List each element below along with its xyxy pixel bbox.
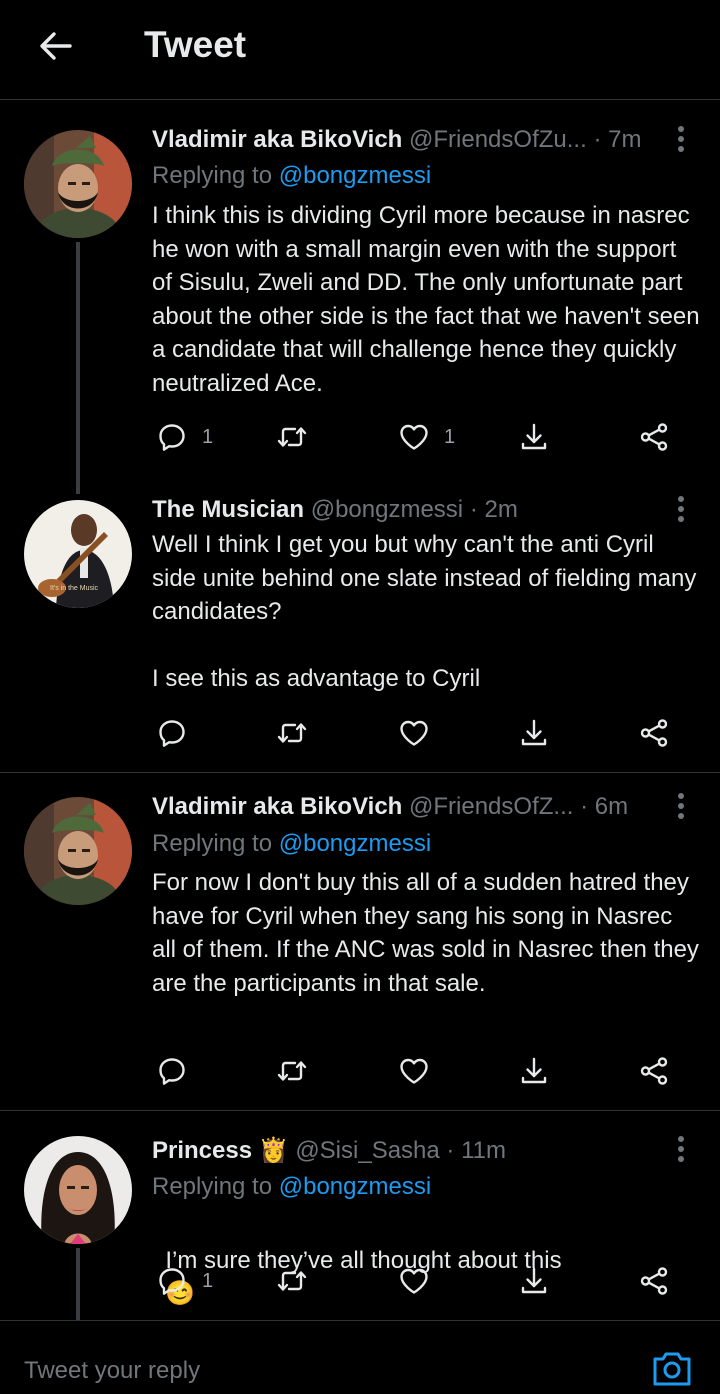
page-title: Tweet	[144, 24, 247, 65]
download-icon	[518, 1055, 550, 1087]
like-button[interactable]	[398, 713, 430, 753]
timestamp: 2m	[484, 496, 518, 523]
share-icon	[638, 421, 670, 453]
replying-prefix: Replying to	[152, 830, 279, 857]
more-vertical-icon[interactable]	[676, 126, 686, 156]
separator-dot: ·	[469, 496, 478, 523]
download-icon	[518, 421, 550, 453]
tweet-meta: The Musician @bongzmessi · 2m	[152, 496, 656, 528]
avatar[interactable]	[24, 797, 132, 905]
share-button[interactable]	[638, 417, 670, 457]
like-button[interactable]: 1	[398, 417, 455, 457]
reply-composer: Tweet your reply	[0, 1320, 720, 1394]
replying-prefix: Replying to	[152, 162, 279, 189]
tweet-actions	[0, 1051, 720, 1091]
camera-icon[interactable]	[652, 1347, 692, 1387]
display-name[interactable]: Vladimir aka BikoVich	[152, 126, 402, 153]
download-button[interactable]	[518, 713, 550, 753]
tweet-meta: Princess 👸 @Sisi_Sasha · 11m	[152, 1136, 656, 1168]
reply-button[interactable]	[156, 713, 188, 753]
user-handle[interactable]: @FriendsOfZ...	[409, 793, 573, 820]
tweet-text: I think this is dividing Cyril more beca…	[152, 202, 707, 397]
timestamp: 6m	[594, 793, 629, 820]
more-vertical-icon[interactable]	[676, 1136, 686, 1166]
retweet-icon	[276, 717, 308, 749]
tweet-actions	[0, 713, 720, 753]
reply-icon	[156, 421, 188, 453]
download-button[interactable]	[518, 417, 550, 457]
princess-emoji: 👸	[258, 1137, 289, 1164]
divider	[0, 1110, 720, 1111]
tweet-meta: Vladimir aka BikoVich @FriendsOfZ... · 6…	[152, 793, 656, 825]
tweet-actions: 1	[0, 1261, 720, 1301]
tweet-text: Well I think I get you but why can't the…	[152, 531, 697, 692]
replying-to: Replying to @bongzmessi	[152, 830, 431, 858]
retweet-icon	[276, 421, 308, 453]
reply-count: 1	[202, 425, 214, 448]
like-button[interactable]	[398, 1051, 430, 1091]
display-name[interactable]: The Musician	[152, 496, 304, 523]
avatar[interactable]: It's in the Music	[24, 500, 132, 608]
timestamp: 11m	[461, 1137, 506, 1164]
arrow-left-icon[interactable]	[36, 26, 76, 66]
top-bar: Tweet	[0, 0, 720, 100]
retweet-button[interactable]	[276, 417, 308, 457]
retweet-button[interactable]	[276, 1261, 308, 1301]
share-icon	[638, 1265, 670, 1297]
reply-icon	[156, 1265, 188, 1297]
separator-dot: ·	[580, 793, 589, 820]
retweet-button[interactable]	[276, 1051, 308, 1091]
more-vertical-icon[interactable]	[676, 496, 686, 526]
replying-prefix: Replying to	[152, 1173, 279, 1200]
tweet-meta: Vladimir aka BikoVich @FriendsOfZu... · …	[152, 126, 656, 158]
divider	[0, 772, 720, 773]
mention-link[interactable]: @bongzmessi	[279, 830, 431, 857]
avatar[interactable]	[24, 130, 132, 238]
display-name[interactable]: Princess	[152, 1137, 252, 1164]
reply-icon	[156, 1055, 188, 1087]
tweet-text: For now I don't buy this all of a sudden…	[152, 869, 706, 997]
reply-button[interactable]: 1	[156, 1261, 213, 1301]
mention-link[interactable]: @bongzmessi	[279, 1173, 431, 1200]
retweet-button[interactable]	[276, 713, 308, 753]
download-icon	[518, 717, 550, 749]
tweet-actions: 1 1	[0, 417, 720, 457]
display-name[interactable]: Vladimir aka BikoVich	[152, 793, 402, 820]
heart-icon	[398, 717, 430, 749]
download-button[interactable]	[518, 1261, 550, 1301]
replying-to: Replying to @bongzmessi	[152, 162, 431, 190]
share-button[interactable]	[638, 1051, 670, 1091]
download-button[interactable]	[518, 1051, 550, 1091]
share-button[interactable]	[638, 1261, 670, 1301]
mention-link[interactable]: @bongzmessi	[279, 162, 431, 189]
share-icon	[638, 1055, 670, 1087]
replying-to: Replying to @bongzmessi	[152, 1173, 431, 1201]
reply-button[interactable]: 1	[156, 417, 213, 457]
heart-icon	[398, 1265, 430, 1297]
more-vertical-icon[interactable]	[676, 793, 686, 823]
reply-button[interactable]	[156, 1051, 188, 1091]
retweet-icon	[276, 1265, 308, 1297]
share-icon	[638, 717, 670, 749]
heart-icon	[398, 421, 430, 453]
separator-dot: ·	[446, 1137, 455, 1164]
reply-count: 1	[202, 1269, 214, 1292]
separator-dot: ·	[593, 126, 602, 153]
share-button[interactable]	[638, 713, 670, 753]
avatar-caption: It's in the Music	[50, 585, 99, 592]
like-count: 1	[444, 425, 456, 448]
user-handle[interactable]: @FriendsOfZu...	[409, 126, 587, 153]
retweet-icon	[276, 1055, 308, 1087]
like-button[interactable]	[398, 1261, 430, 1301]
heart-icon	[398, 1055, 430, 1087]
avatar[interactable]	[24, 1136, 132, 1244]
user-handle[interactable]: @bongzmessi	[311, 496, 463, 523]
user-handle[interactable]: @Sisi_Sasha	[295, 1137, 439, 1164]
reply-input[interactable]: Tweet your reply	[24, 1357, 200, 1385]
download-icon	[518, 1265, 550, 1297]
reply-icon	[156, 717, 188, 749]
timestamp: 7m	[608, 126, 642, 153]
